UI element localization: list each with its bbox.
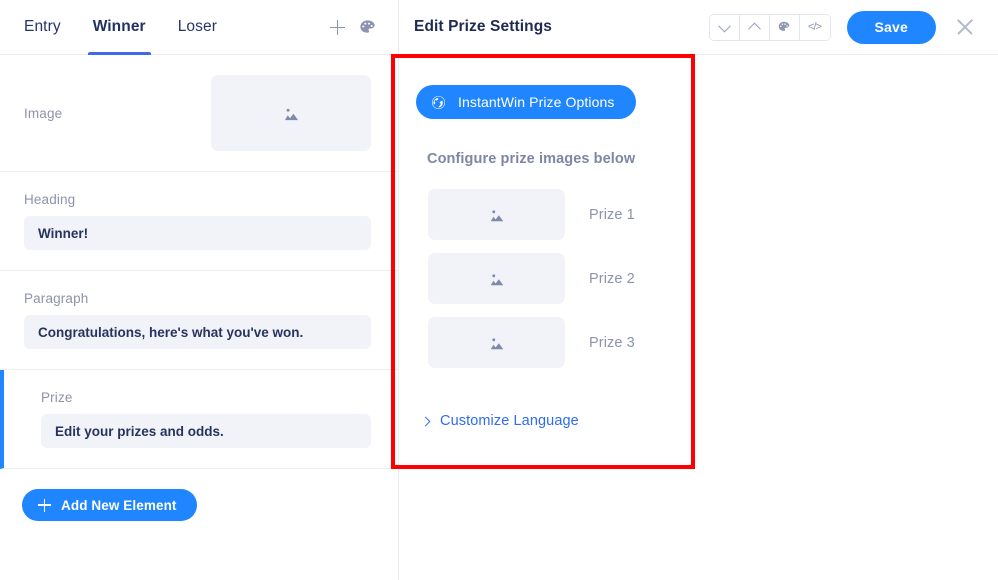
prize-input-value: Edit your prizes and odds. [55, 423, 224, 439]
prize-settings-panel: Edit Prize Settings </> Save InstantWin … [399, 0, 998, 580]
field-heading-label: Heading [24, 192, 76, 207]
add-element-wrap: Add New Element [0, 469, 398, 521]
field-paragraph-label: Paragraph [24, 291, 89, 306]
element-editor-sidebar: Entry Winner Loser Image Heading Winner!… [0, 0, 399, 580]
paragraph-input[interactable]: Congratulations, here's what you've won. [24, 315, 371, 349]
tab-winner-label: Winner [92, 18, 146, 35]
palette-icon [359, 19, 375, 33]
panel-header: Edit Prize Settings </> Save [399, 0, 998, 55]
field-paragraph: Paragraph Congratulations, here's what y… [0, 271, 398, 370]
panel-toolbar: </> [708, 13, 831, 41]
image-placeholder-icon [490, 273, 503, 285]
tab-entry-label: Entry [24, 18, 61, 35]
instantwin-prize-options-button[interactable]: InstantWin Prize Options [416, 85, 637, 119]
field-image-row: Image [24, 75, 371, 151]
configure-prizes-heading: Configure prize images below [427, 151, 636, 167]
field-prize[interactable]: Prize Edit your prizes and odds. [0, 370, 398, 469]
heading-input-value: Winner! [38, 225, 89, 241]
prize-row: Prize 2 [428, 253, 998, 304]
prize-2-image-upload[interactable] [428, 253, 565, 304]
prize-1-label: Prize 1 [589, 206, 635, 223]
prize-row: Prize 3 [428, 317, 998, 368]
tab-loser[interactable]: Loser [176, 0, 219, 55]
add-tab-button[interactable] [322, 12, 352, 42]
prize-2-label: Prize 2 [589, 270, 635, 287]
prize-row: Prize 1 [428, 189, 998, 240]
theme-button[interactable] [769, 14, 800, 40]
move-up-button[interactable] [739, 14, 770, 40]
prize-list: Prize 1 Prize 2 Prize 3 [416, 189, 998, 368]
prize-3-image-upload[interactable] [428, 317, 565, 368]
prize-1-image-upload[interactable] [428, 189, 565, 240]
chevron-up-icon [747, 22, 761, 35]
plus-icon [329, 19, 345, 35]
prize-3-label: Prize 3 [589, 334, 635, 351]
code-button[interactable]: </> [799, 14, 830, 40]
chevron-right-icon [420, 416, 431, 426]
tab-winner[interactable]: Winner [87, 0, 151, 55]
image-upload-placeholder[interactable] [211, 75, 371, 151]
field-image: Image [0, 55, 398, 172]
app-root: Entry Winner Loser Image Heading Winner!… [0, 0, 998, 580]
image-placeholder-icon [490, 337, 503, 349]
save-button[interactable]: Save [846, 10, 936, 44]
code-icon: </> [808, 21, 822, 33]
theme-palette-button[interactable] [352, 12, 382, 42]
field-image-label: Image [24, 105, 63, 121]
prize-input[interactable]: Edit your prizes and odds. [41, 414, 371, 448]
add-new-element-label: Add New Element [61, 497, 177, 513]
tab-entry[interactable]: Entry [22, 0, 63, 55]
chevron-down-icon [717, 19, 731, 32]
palette-icon [778, 21, 790, 31]
page-title: Edit Prize Settings [414, 18, 552, 35]
globe-icon [431, 95, 446, 109]
image-placeholder-icon [490, 209, 503, 221]
field-prize-label: Prize [41, 390, 73, 405]
close-icon[interactable] [952, 14, 978, 40]
move-down-button[interactable] [709, 14, 740, 40]
customize-language-link[interactable]: Customize Language [420, 413, 579, 429]
tab-loser-label: Loser [177, 18, 217, 35]
image-placeholder-icon [284, 108, 298, 120]
paragraph-input-value: Congratulations, here's what you've won. [38, 324, 304, 340]
instantwin-prize-options-label: InstantWin Prize Options [458, 94, 615, 110]
customize-language-label: Customize Language [440, 413, 579, 429]
add-new-element-button[interactable]: Add New Element [22, 489, 197, 521]
heading-input[interactable]: Winner! [24, 216, 371, 250]
panel-body: InstantWin Prize Options Configure prize… [399, 55, 998, 430]
element-field-list: Image Heading Winner! Paragraph Congratu… [0, 55, 398, 580]
field-heading: Heading Winner! [0, 172, 398, 271]
plus-icon [38, 498, 51, 512]
page-tabs: Entry Winner Loser [0, 0, 398, 55]
